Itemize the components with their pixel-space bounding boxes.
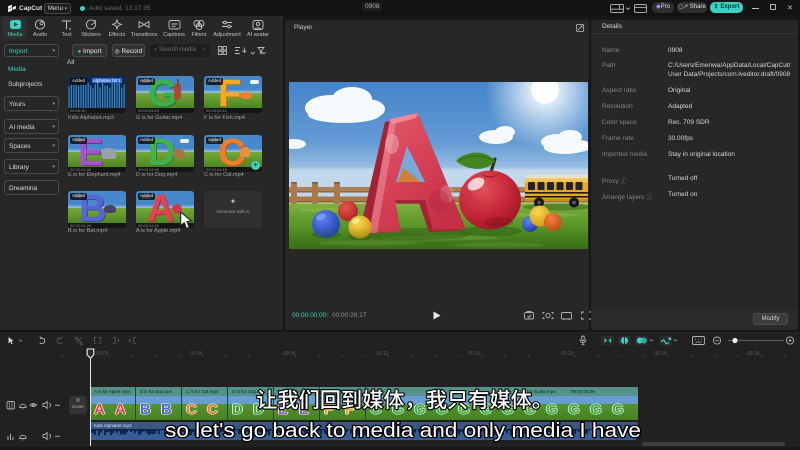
svg-text:so let's go back to media and: so let's go back to media and only media… <box>165 420 641 442</box>
